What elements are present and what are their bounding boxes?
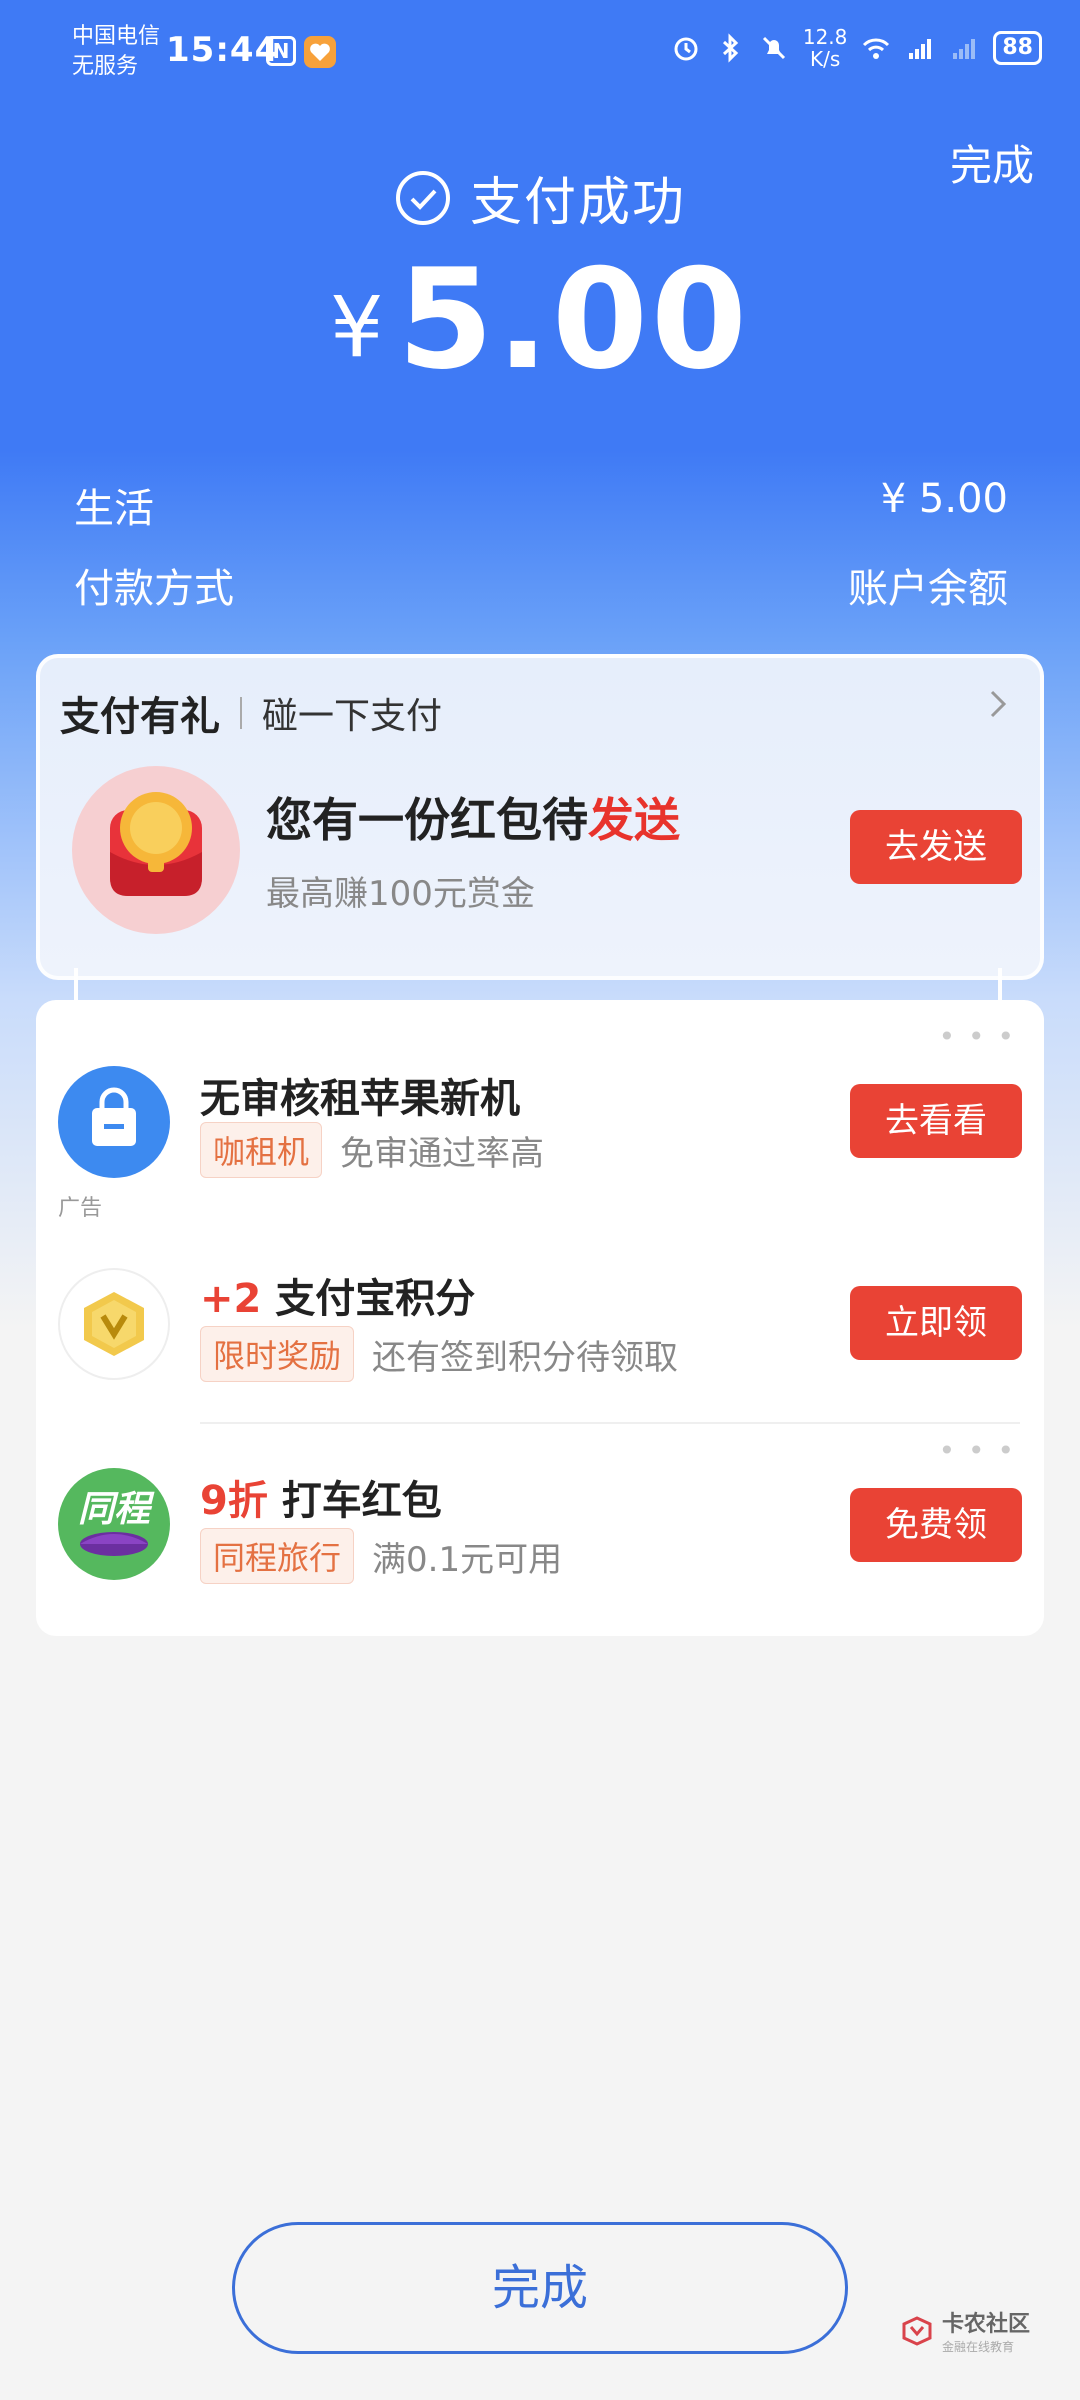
send-red-packet-button[interactable]: 去发送 <box>850 810 1022 884</box>
network-speed: 12.8 K/s <box>803 26 848 70</box>
chevron-right-icon[interactable] <box>978 684 1018 724</box>
amount-value: 5.00 <box>397 239 750 400</box>
battery-icon: 88 <box>993 31 1042 65</box>
promo-header: 支付有礼 碰一下支付 <box>60 684 442 742</box>
more-options-icon[interactable]: • • • <box>939 1434 1016 1467</box>
signal-4g-icon <box>909 39 932 59</box>
points-amount: +2 <box>200 1276 262 1322</box>
promo-card[interactable]: 支付有礼 碰一下支付 您有一份红包待发送 最高赚100元赏金 去发送 <box>36 654 1044 980</box>
check-circle-icon <box>395 170 450 225</box>
carrier-info: 中国电信 无服务 <box>72 22 160 82</box>
offer-title-text: 支付宝积分 <box>275 1276 476 1322</box>
network-speed-value: 12.8 <box>802 25 848 49</box>
payment-method-label: 付款方式 <box>74 566 234 612</box>
more-options-icon[interactable]: • • • <box>939 1020 1016 1053</box>
offer-subtitle: 还有签到积分待领取 <box>372 1337 679 1378</box>
category-amount: ¥ 5.00 <box>880 476 1008 522</box>
offer-title-text: 打车红包 <box>281 1478 442 1524</box>
offer-tag: 同程旅行 <box>200 1528 355 1584</box>
app-notification-icon <box>304 36 336 68</box>
bluetooth-icon <box>722 33 739 63</box>
wifi-icon <box>863 38 890 59</box>
offer-subtitle-row: 同程旅行 满0.1元可用 <box>200 1528 562 1584</box>
offer-subtitle-row: 限时奖励 还有签到积分待领取 <box>200 1326 678 1382</box>
offer-tag: 限时奖励 <box>200 1326 355 1382</box>
promo-brand: 支付有礼 <box>60 694 220 740</box>
promo-title: 您有一份红包待发送 <box>266 784 680 850</box>
offer-title: 无审核租苹果新机 <box>200 1076 520 1122</box>
clock: 15:44 <box>166 30 280 70</box>
watermark-logo-icon <box>902 2315 932 2346</box>
divider <box>240 697 242 729</box>
mute-icon <box>762 36 785 60</box>
promo-title-prefix: 您有一份红包待 <box>266 793 588 847</box>
offer-title: 9折 打车红包 <box>200 1468 442 1526</box>
payment-method-row: 付款方式 账户余额 <box>74 556 1008 614</box>
promo-subtitle: 碰一下支付 <box>262 696 443 737</box>
shopping-bag-icon <box>58 1066 170 1178</box>
claim-coupon-button[interactable]: 免费领 <box>850 1488 1022 1562</box>
offer-subtitle-row: 咖租机 免审通过率高 <box>200 1122 544 1178</box>
carrier-name: 中国电信 <box>72 24 161 49</box>
offer-subtitle: 满0.1元可用 <box>372 1539 563 1580</box>
category-row: 生活 ¥ 5.00 <box>74 476 1008 534</box>
tongcheng-icon-text: 同程 <box>77 1489 150 1530</box>
divider <box>200 1422 1020 1424</box>
watermark-title: 卡农社区 <box>942 2312 1031 2337</box>
offer-title: +2 支付宝积分 <box>200 1266 475 1324</box>
nfc-icon: N <box>266 36 296 66</box>
payment-amount: ¥ 5.00 <box>0 250 1080 390</box>
promo-title-highlight: 发送 <box>588 793 680 847</box>
service-status: 无服务 <box>72 54 139 79</box>
signal-none-icon <box>953 39 976 59</box>
payment-method-value: 账户余额 <box>848 566 1008 612</box>
claim-points-button[interactable]: 立即领 <box>850 1286 1022 1360</box>
red-packet-icon <box>72 766 240 934</box>
status-icons: 12.8 K/s 88 <box>671 26 1042 70</box>
view-offer-button[interactable]: 去看看 <box>850 1084 1022 1158</box>
alarm-icon <box>674 37 698 61</box>
offer-tag: 咖租机 <box>200 1122 323 1178</box>
watermark-subtitle: 金融在线教育 <box>942 2340 1015 2354</box>
alipay-points-icon <box>58 1268 170 1380</box>
watermark: 卡农社区 金融在线教育 <box>900 2306 1030 2355</box>
done-button[interactable]: 完成 <box>232 2222 848 2354</box>
promo-description: 最高赚100元赏金 <box>266 874 535 914</box>
offer-subtitle: 免审通过率高 <box>340 1133 545 1174</box>
status-bar: 中国电信 无服务 15:44 N 12.8 K/s 88 <box>0 0 1080 100</box>
category-label: 生活 <box>74 486 154 532</box>
tongcheng-travel-icon: 同程 <box>58 1468 170 1580</box>
currency-symbol: ¥ <box>330 278 384 376</box>
success-text: 支付成功 <box>469 173 686 233</box>
ad-label: 广告 <box>58 1196 103 1221</box>
discount-amount: 9折 <box>200 1478 268 1524</box>
payment-success-row: 支付成功 <box>0 160 1080 235</box>
offers-card: • • • 广告 无审核租苹果新机 咖租机 免审通过率高 去看看 +2 支付宝积… <box>36 1000 1044 1636</box>
network-speed-unit: K/s <box>809 47 841 71</box>
